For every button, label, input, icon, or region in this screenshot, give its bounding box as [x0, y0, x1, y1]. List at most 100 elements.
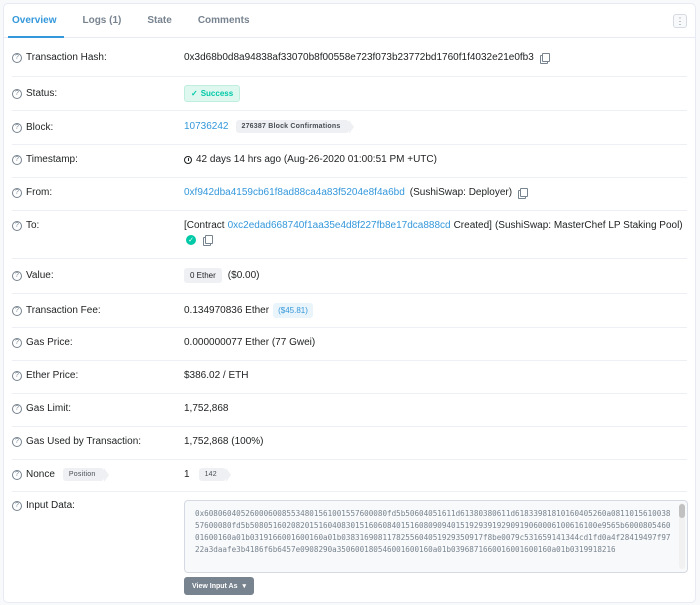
more-options-icon[interactable]: ⋮ [673, 14, 687, 28]
label-to: ? To: [12, 220, 39, 231]
label-timestamp: ? Timestamp: [12, 154, 78, 165]
tab-bar: Overview Logs (1) State Comments ⋮ [4, 4, 695, 38]
view-input-as-label: View Input As [192, 582, 238, 590]
value-timestamp: 42 days 14 hrs ago (Aug-26-2020 01:00:51… [184, 154, 437, 165]
gas-used-text: 1,752,868 (100%) [184, 436, 264, 447]
transaction-hash: 0x3d68b0d8a94838af33070b8f00558e723f073b… [184, 52, 534, 63]
input-data-textarea[interactable]: 0x60806040526000600855348015610015576000… [184, 500, 688, 573]
verified-check-icon: ✓ [186, 235, 196, 245]
help-icon[interactable]: ? [12, 403, 22, 414]
divider [12, 491, 687, 492]
block-number-link[interactable]: 10736242 [184, 121, 229, 132]
transaction-details-card: Overview Logs (1) State Comments ⋮ ? Tran… [3, 3, 696, 603]
divider [12, 144, 687, 145]
status-text: Success [200, 89, 234, 98]
value-gas-limit: 1,752,868 [184, 403, 229, 414]
ether-price-text: $386.02 / ETH [184, 370, 249, 381]
value-to: [Contract 0xc2edad668740f1aa35e4d8f227fb8… [184, 220, 683, 231]
label-text: Input Data: [26, 500, 75, 511]
label-text: Gas Used by Transaction: [26, 436, 142, 447]
copy-icon[interactable] [518, 187, 529, 199]
help-icon[interactable]: ? [12, 370, 22, 381]
value-gas-price: 0.000000077 Ether (77 Gwei) [184, 337, 315, 348]
input-data-hex: 0x60806040526000600855348015610015576000… [195, 509, 671, 554]
value-from: 0xf942dba4159cb61f8ad88ca4a83f5204e8f4a6… [184, 187, 529, 199]
tab-overview[interactable]: Overview [4, 4, 68, 38]
gas-price-text: 0.000000077 Ether (77 Gwei) [184, 337, 316, 348]
label-text: Ether Price: [26, 370, 79, 381]
help-icon[interactable]: ? [12, 436, 22, 447]
label-text: Nonce [26, 469, 55, 480]
help-icon[interactable]: ? [12, 220, 22, 231]
divider [12, 293, 687, 294]
view-input-as-button[interactable]: View Input As ▾ [184, 577, 255, 595]
copy-icon[interactable] [203, 235, 213, 246]
label-value: ? Value: [12, 270, 54, 281]
contract-prefix: [Contract [184, 220, 225, 231]
help-icon[interactable]: ? [12, 270, 22, 281]
value-value: 0 Ether ($0.00) [184, 268, 259, 283]
divider [12, 258, 687, 259]
divider [12, 459, 687, 460]
label-ether-price: ? Ether Price: [12, 370, 78, 381]
value-transaction-fee: 0.134970836 Ether ($45.81) [184, 303, 313, 318]
timestamp-text: 42 days 14 hrs ago (Aug-26-2020 01:00:51… [196, 154, 437, 165]
label-text: From: [26, 187, 53, 198]
help-icon[interactable]: ? [12, 305, 22, 316]
label-nonce: ? Nonce Position [12, 468, 109, 482]
copy-icon[interactable] [539, 52, 550, 64]
label-text: Gas Limit: [26, 403, 72, 414]
tab-state[interactable]: State [135, 4, 183, 37]
help-icon[interactable]: ? [12, 122, 22, 133]
to-contract-address-link[interactable]: 0xc2edad668740f1aa35e4d8f227fb8e17dca888… [228, 220, 451, 231]
gas-limit-text: 1,752,868 [184, 403, 229, 414]
value-transaction-hash: 0x3d68b0d8a94838af33070b8f00558e723f073b… [184, 52, 550, 64]
to-name-tag: (SushiSwap: MasterChef LP Staking Pool) [494, 220, 683, 231]
value-ether-price: $386.02 / ETH [184, 370, 248, 381]
divider [12, 177, 687, 178]
status-badge: ✓ Success [184, 85, 241, 102]
label-text: Transaction Fee: [26, 305, 101, 316]
divider [12, 76, 687, 77]
help-icon[interactable]: ? [12, 337, 22, 348]
label-text: To: [26, 220, 40, 231]
divider [12, 426, 687, 427]
tab-comments[interactable]: Comments [186, 4, 262, 37]
label-gas-limit: ? Gas Limit: [12, 403, 71, 414]
divider [12, 393, 687, 394]
value-nonce: 1 142 [184, 468, 232, 482]
divider [12, 360, 687, 361]
label-status: ? Status: [12, 88, 57, 99]
label-input-data: ? Input Data: [12, 500, 75, 511]
help-icon[interactable]: ? [12, 469, 22, 480]
label-text: Gas Price: [26, 337, 73, 348]
chevron-down-icon: ▾ [242, 583, 247, 590]
label-gas-price: ? Gas Price: [12, 337, 73, 348]
divider [12, 110, 687, 111]
help-icon[interactable]: ? [12, 52, 22, 63]
to-icons: ✓ [186, 235, 213, 246]
contract-created-text: Created] [453, 220, 492, 231]
fee-usd-pill: ($45.81) [273, 303, 313, 318]
help-icon[interactable]: ? [12, 154, 22, 165]
label-transaction-fee: ? Transaction Fee: [12, 305, 101, 316]
help-icon[interactable]: ? [12, 187, 22, 198]
value-gas-used: 1,752,868 (100%) [184, 436, 264, 447]
label-text: Timestamp: [26, 154, 78, 165]
from-address-link[interactable]: 0xf942dba4159cb61f8ad88ca4a83f5204e8f4a6… [184, 187, 405, 198]
nonce-value: 1 [184, 469, 190, 480]
label-transaction-hash: ? Transaction Hash: [12, 52, 107, 63]
check-icon: ✓ [191, 89, 198, 98]
label-from: ? From: [12, 187, 52, 198]
clock-icon [184, 155, 192, 164]
block-confirmations-badge: 276387 Block Confirmations [235, 120, 355, 134]
label-block: ? Block: [12, 122, 53, 133]
divider [12, 327, 687, 328]
position-value-badge: 142 [198, 468, 232, 482]
tab-logs[interactable]: Logs (1) [70, 4, 133, 37]
divider [12, 210, 687, 211]
help-icon[interactable]: ? [12, 500, 22, 511]
scrollbar-thumb[interactable] [679, 504, 685, 518]
value-status: ✓ Success [184, 85, 241, 102]
help-icon[interactable]: ? [12, 88, 22, 99]
